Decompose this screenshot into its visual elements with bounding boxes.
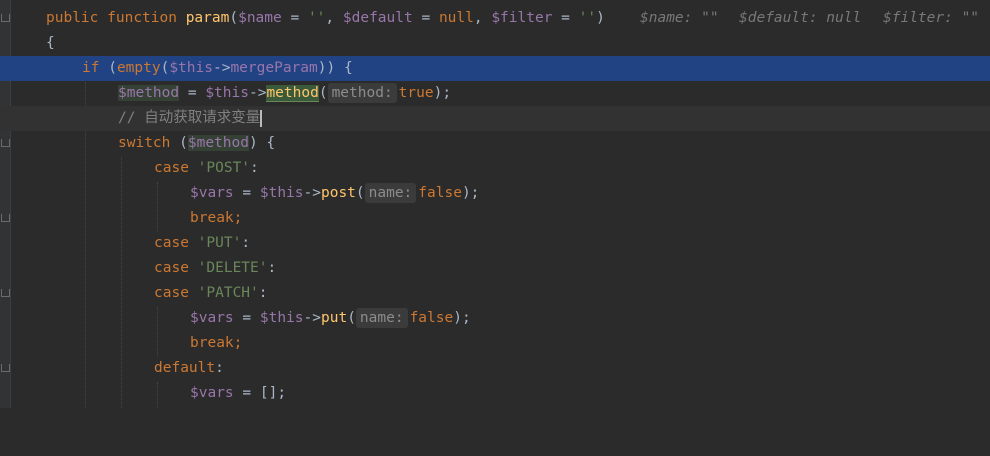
- parameter-hint: method:: [327, 83, 397, 103]
- code-line-11[interactable]: case 'DELETE':: [0, 256, 990, 281]
- punctuation: (: [170, 135, 188, 151]
- variable: $this: [205, 85, 249, 101]
- punctuation: (: [355, 185, 365, 201]
- inline-value-hint: $name: "": [640, 10, 719, 26]
- punctuation: );: [453, 310, 471, 326]
- brace: {: [46, 35, 55, 51]
- code-line-14[interactable]: break;: [0, 331, 990, 356]
- punctuation: ,: [473, 10, 492, 26]
- parameter-hint: name:: [355, 308, 408, 328]
- operator: ->: [248, 85, 267, 101]
- punctuation: :: [250, 160, 259, 176]
- operator: =: [179, 85, 206, 101]
- code-line-1[interactable]: public function param($name = '', $defau…: [0, 6, 990, 31]
- keyword: case: [154, 285, 189, 301]
- function-name: param: [185, 10, 230, 26]
- inline-value-hint: $default: null: [739, 10, 862, 26]
- code-line-9[interactable]: break;: [0, 206, 990, 231]
- string-literal: 'PUT': [197, 235, 242, 251]
- punctuation: (: [99, 60, 117, 76]
- punctuation: ,: [325, 10, 343, 26]
- keyword: break: [190, 335, 234, 351]
- property: mergeParam: [230, 60, 318, 76]
- punctuation: :: [215, 360, 224, 376]
- keyword: false: [409, 310, 454, 326]
- code-line-13[interactable]: $vars = $this->put(name: false);: [0, 306, 990, 331]
- keyword: break: [190, 210, 234, 226]
- string-literal: 'PATCH': [197, 285, 259, 301]
- keyword: null: [438, 10, 474, 26]
- keyword: function: [107, 10, 177, 26]
- parameter: $name: [238, 10, 282, 26]
- keyword: case: [154, 235, 189, 251]
- parameter: $default: [342, 10, 413, 26]
- punctuation: )) {: [317, 60, 353, 76]
- punctuation: ): [596, 10, 605, 26]
- operator: =: [281, 10, 308, 26]
- punctuation: ) {: [248, 135, 276, 151]
- code-line-2[interactable]: {: [0, 31, 990, 56]
- keyword: switch: [118, 135, 171, 151]
- variable: $vars: [190, 310, 234, 326]
- variable: $method: [118, 85, 180, 101]
- code-line-5[interactable]: // 自动获取请求变量: [0, 106, 990, 131]
- operator: =: [233, 185, 260, 201]
- keyword: public: [46, 10, 99, 26]
- code-line-10[interactable]: case 'PUT':: [0, 231, 990, 256]
- code-line-15[interactable]: default:: [0, 356, 990, 381]
- punctuation: ;: [233, 335, 243, 351]
- code-line-3-breakpoint[interactable]: if (empty($this->mergeParam)) {: [0, 56, 990, 81]
- code-line-7[interactable]: case 'POST':: [0, 156, 990, 181]
- punctuation: :: [241, 235, 251, 251]
- keyword: false: [418, 185, 462, 201]
- punctuation: );: [461, 185, 480, 201]
- method-call: method: [266, 85, 319, 102]
- comment: // 自动获取请求变量: [118, 110, 261, 126]
- operator: ->: [303, 185, 321, 201]
- punctuation: ;: [233, 210, 243, 226]
- parameter-hint: name:: [364, 183, 417, 203]
- keyword: if: [82, 60, 100, 76]
- keyword: empty: [116, 60, 161, 76]
- string-literal: '': [578, 10, 597, 26]
- variable: $this: [169, 60, 213, 76]
- operator: =: [552, 10, 579, 26]
- operator: =: [233, 310, 260, 326]
- variable: $vars: [190, 385, 234, 401]
- string-literal: 'DELETE': [197, 260, 268, 276]
- keyword: case: [154, 260, 189, 276]
- punctuation: (: [229, 10, 239, 26]
- operator: =: [233, 385, 260, 401]
- code-line-8[interactable]: $vars = $this->post(name: false);: [0, 181, 990, 206]
- operator: ->: [212, 60, 231, 76]
- keyword: true: [398, 85, 434, 101]
- code-line-6[interactable]: switch ($method) {: [0, 131, 990, 156]
- variable: $method: [187, 135, 249, 151]
- punctuation: );: [433, 85, 452, 101]
- punctuation: (: [347, 310, 356, 326]
- keyword: default: [154, 360, 216, 376]
- code-line-16[interactable]: $vars = [];: [0, 381, 990, 406]
- punctuation: :: [258, 285, 268, 301]
- variable: $vars: [190, 185, 234, 201]
- string-literal: 'POST': [197, 160, 251, 176]
- variable: $this: [259, 310, 304, 326]
- method-call: post: [320, 185, 356, 201]
- keyword: case: [154, 160, 189, 176]
- operator: ->: [303, 310, 321, 326]
- code-line-12[interactable]: case 'PATCH':: [0, 281, 990, 306]
- method-call: put: [320, 310, 348, 326]
- text-caret: [260, 109, 263, 127]
- code-line-4[interactable]: $method = $this->method(method: true);: [0, 81, 990, 106]
- code-editor[interactable]: public function param($name = '', $defau…: [0, 0, 990, 408]
- array-literal: [];: [259, 385, 287, 401]
- punctuation: (: [318, 85, 328, 101]
- string-literal: '': [307, 10, 326, 26]
- variable: $this: [259, 185, 304, 201]
- parameter: $filter: [491, 10, 553, 26]
- operator: =: [412, 10, 439, 26]
- punctuation: :: [267, 260, 277, 276]
- inline-value-hint: $filter: "": [883, 10, 980, 26]
